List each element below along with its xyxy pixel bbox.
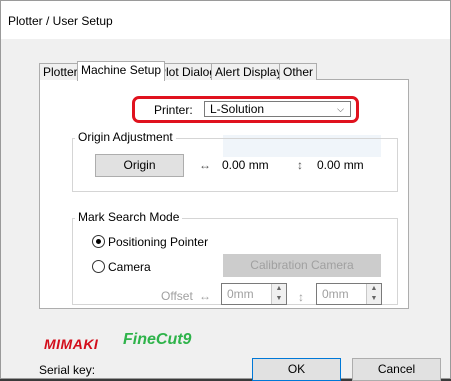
offset-x-arrows[interactable]: ▲ ▼ xyxy=(271,284,286,304)
spin-down-icon[interactable]: ▼ xyxy=(367,294,381,304)
tab-other[interactable]: Other xyxy=(279,63,318,80)
tab-machine-setup[interactable]: Machine Setup xyxy=(77,61,166,81)
offset-x-stepper[interactable]: 0mm ▲ ▼ xyxy=(221,283,287,305)
printer-value: L-Solution xyxy=(210,102,265,116)
camera-label[interactable]: Camera xyxy=(108,260,151,274)
tab-plotter[interactable]: Plotter xyxy=(39,63,82,80)
user-setup-dialog: Plotter / User Setup Plotter Machine Set… xyxy=(0,0,451,381)
offset-x-value: 0mm xyxy=(227,287,254,301)
printer-selector-highlight: Printer: L-Solution ⌵ xyxy=(132,96,359,123)
positioning-pointer-label[interactable]: Positioning Pointer xyxy=(108,235,208,249)
cancel-button[interactable]: Cancel xyxy=(352,358,441,381)
spin-up-icon[interactable]: ▲ xyxy=(272,284,286,294)
origin-y-value: 0.00 mm xyxy=(317,158,364,172)
finecut-logo: FineCut9 xyxy=(123,331,192,348)
printer-dropdown[interactable]: L-Solution ⌵ xyxy=(204,101,351,117)
offset-vertical-arrow-icon: ↕ xyxy=(298,290,304,304)
positioning-pointer-radio[interactable] xyxy=(92,235,105,248)
camera-radio[interactable] xyxy=(92,260,105,273)
offset-y-value: 0mm xyxy=(322,287,349,301)
horizontal-arrow-icon: ↔ xyxy=(199,158,211,172)
origin-button[interactable]: Origin xyxy=(95,154,184,177)
tab-alert-display[interactable]: Alert Display xyxy=(211,63,287,80)
mimaki-logo: MIMAKI xyxy=(44,336,99,352)
vertical-arrow-icon: ↕ xyxy=(297,158,303,172)
ok-button[interactable]: OK xyxy=(252,358,341,381)
mark-search-mode-label: Mark Search Mode xyxy=(75,210,183,224)
offset-horizontal-arrow-icon: ↔ xyxy=(199,289,211,303)
window-title: Plotter / User Setup xyxy=(8,14,113,28)
offset-y-stepper[interactable]: 0mm ▲ ▼ xyxy=(316,283,382,305)
spin-down-icon[interactable]: ▼ xyxy=(272,294,286,304)
chevron-down-icon: ⌵ xyxy=(337,104,344,114)
calibration-camera-button[interactable]: Calibration Camera xyxy=(223,254,381,277)
origin-x-value: 0.00 mm xyxy=(222,158,269,172)
printer-label: Printer: xyxy=(154,103,193,117)
serial-key-label: Serial key: xyxy=(39,363,96,377)
offset-label: Offset xyxy=(161,289,193,303)
offset-y-arrows[interactable]: ▲ ▼ xyxy=(366,284,381,304)
title-bar[interactable]: Plotter / User Setup xyxy=(1,1,450,39)
spin-up-icon[interactable]: ▲ xyxy=(367,284,381,294)
origin-adjustment-label: Origin Adjustment xyxy=(75,130,176,144)
